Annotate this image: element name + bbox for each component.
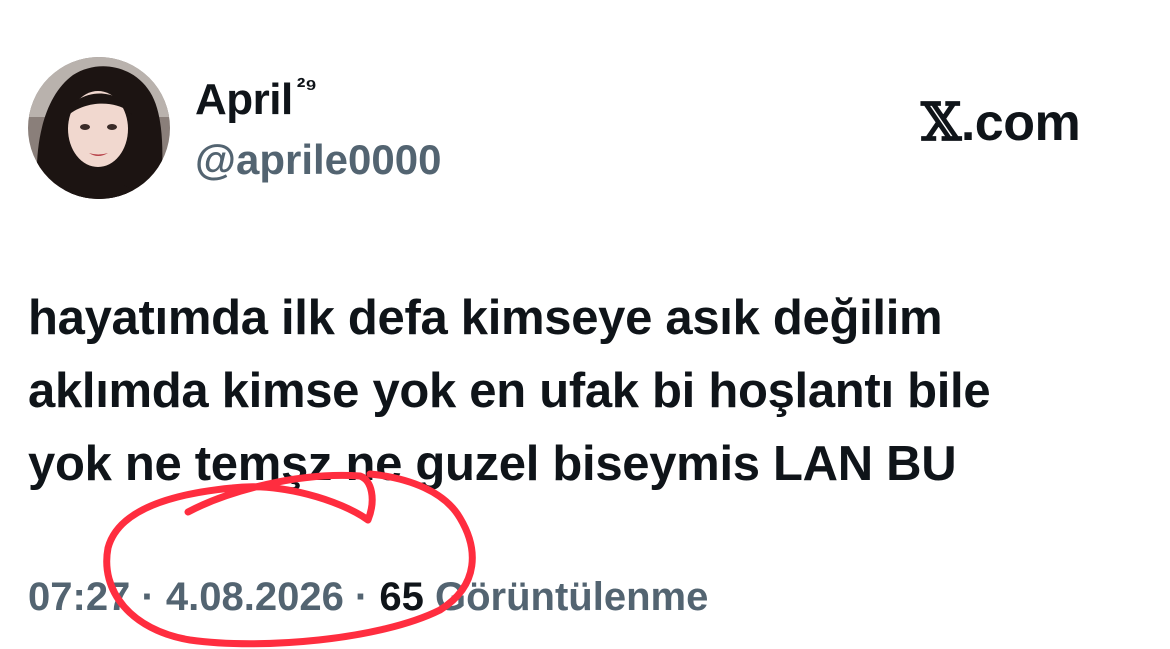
tweet-meta: 07:27 · 4.08.2026 · 65 Görüntülenme	[28, 575, 708, 620]
views-label: Görüntülenme	[423, 575, 709, 619]
tweet-time[interactable]: 07:27	[28, 575, 130, 619]
brand-domain: .com	[960, 94, 1081, 152]
views-count: 65	[379, 575, 424, 619]
x-com-brand: 𝕏.com	[921, 92, 1081, 153]
meta-separator: ·	[343, 575, 380, 619]
tweet-line: aklımda kimse yok en ufak bi hoşlantı bi…	[28, 364, 991, 418]
tweet-line: yok ne temşz ne guzel biseymis LAN BU	[28, 437, 957, 491]
author-display-name[interactable]: April ²⁹	[195, 72, 317, 125]
tweet-line: hayatımda ilk defa kimseye asık değilim	[28, 291, 943, 345]
x-logo-icon: 𝕏	[921, 92, 961, 153]
tweet-text: hayatımda ilk defa kimseye asık değilim …	[28, 282, 1148, 501]
avatar[interactable]	[28, 57, 170, 199]
author-name-superscript: ²⁹	[296, 72, 318, 102]
tweet-card: April ²⁹ @aprile0000 𝕏.com hayatımda ilk …	[0, 0, 1170, 649]
author-name-text: April	[195, 75, 293, 124]
avatar-image	[28, 57, 170, 199]
tweet-date[interactable]: 4.08.2026	[166, 575, 344, 619]
meta-separator: ·	[130, 575, 166, 619]
author-handle[interactable]: @aprile0000	[195, 136, 441, 184]
